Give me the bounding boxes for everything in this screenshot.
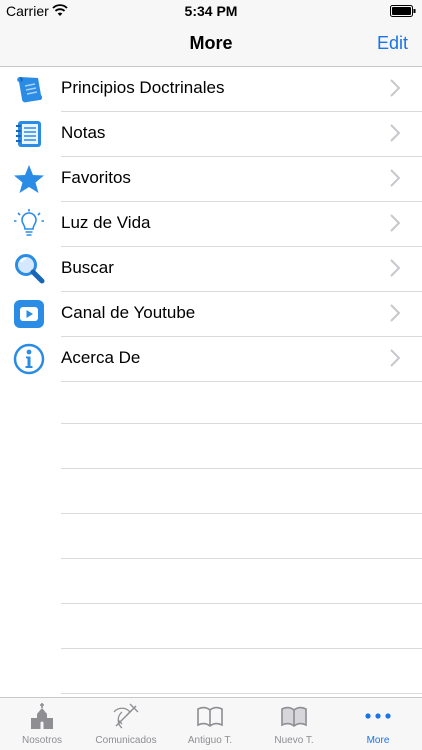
list-item-luz-de-vida[interactable]: Luz de Vida	[14, 202, 422, 247]
status-bar: Carrier 5:34 PM	[0, 0, 422, 22]
chevron-right-icon	[390, 214, 400, 232]
more-list: Principios Doctrinales Notas Favoritos L…	[0, 67, 422, 382]
empty-row-separator	[61, 693, 422, 694]
list-item-label: Acerca De	[61, 348, 141, 367]
megaphone-icon	[113, 703, 139, 729]
lightbulb-icon	[14, 209, 44, 236]
page-title: More	[189, 33, 233, 53]
chevron-right-icon	[390, 259, 400, 277]
tab-nosotros[interactable]: Nosotros	[0, 698, 84, 750]
tab-label: More	[366, 735, 390, 746]
list-item-label: Buscar	[61, 258, 114, 277]
empty-row-separator	[61, 423, 422, 424]
chevron-right-icon	[390, 349, 400, 367]
tab-comunicados[interactable]: Comunicados	[84, 698, 168, 750]
edit-button[interactable]: Edit	[377, 33, 408, 54]
tab-bar: Nosotros Comunicados Antiguo T. Nuevo T.…	[0, 697, 422, 750]
scroll-icon	[17, 77, 43, 103]
empty-row-separator	[61, 648, 422, 649]
list-item-label: Favoritos	[61, 168, 131, 187]
magnifier-icon	[15, 254, 45, 284]
notepad-icon	[16, 121, 41, 147]
book-open-icon	[281, 706, 307, 727]
tab-label: Nosotros	[21, 735, 62, 746]
status-time: 5:34 PM	[184, 3, 238, 19]
list-item-label: Canal de Youtube	[61, 303, 196, 322]
list-item-acerca-de[interactable]: Acerca De	[13, 337, 422, 382]
chevron-right-icon	[390, 169, 400, 187]
list-item-label: Luz de Vida	[61, 213, 151, 232]
book-open-icon	[197, 706, 223, 727]
tab-label: Antiguo T.	[187, 735, 233, 746]
list-item-label: Notas	[61, 123, 106, 142]
empty-row-separator	[61, 603, 422, 604]
list-item-youtube[interactable]: Canal de Youtube	[14, 292, 422, 337]
chevron-right-icon	[390, 304, 400, 322]
youtube-icon	[14, 300, 44, 328]
list-item-notas[interactable]: Notas	[16, 112, 422, 157]
church-icon	[31, 703, 53, 729]
list-item-favoritos[interactable]: Favoritos	[14, 157, 422, 202]
empty-row-separator	[61, 513, 422, 514]
list-item-label: Principios Doctrinales	[61, 78, 225, 97]
more-dots-icon	[365, 713, 391, 719]
tab-antiguo-testamento[interactable]: Antiguo T.	[168, 698, 252, 750]
empty-row-separator	[61, 468, 422, 469]
battery-icon	[390, 5, 416, 17]
navigation-bar: More Edit	[0, 22, 422, 67]
chevron-right-icon	[390, 124, 400, 142]
star-icon	[14, 165, 44, 193]
info-icon	[13, 343, 45, 375]
chevron-right-icon	[390, 79, 400, 97]
tab-nuevo-testamento[interactable]: Nuevo T.	[252, 698, 336, 750]
list-item-buscar[interactable]: Buscar	[15, 247, 422, 292]
tab-label: Nuevo T.	[274, 735, 314, 746]
tab-label: Comunicados	[95, 735, 157, 746]
list-item-principios[interactable]: Principios Doctrinales	[17, 67, 422, 112]
tab-more[interactable]: More	[336, 698, 420, 750]
empty-row-separator	[61, 558, 422, 559]
